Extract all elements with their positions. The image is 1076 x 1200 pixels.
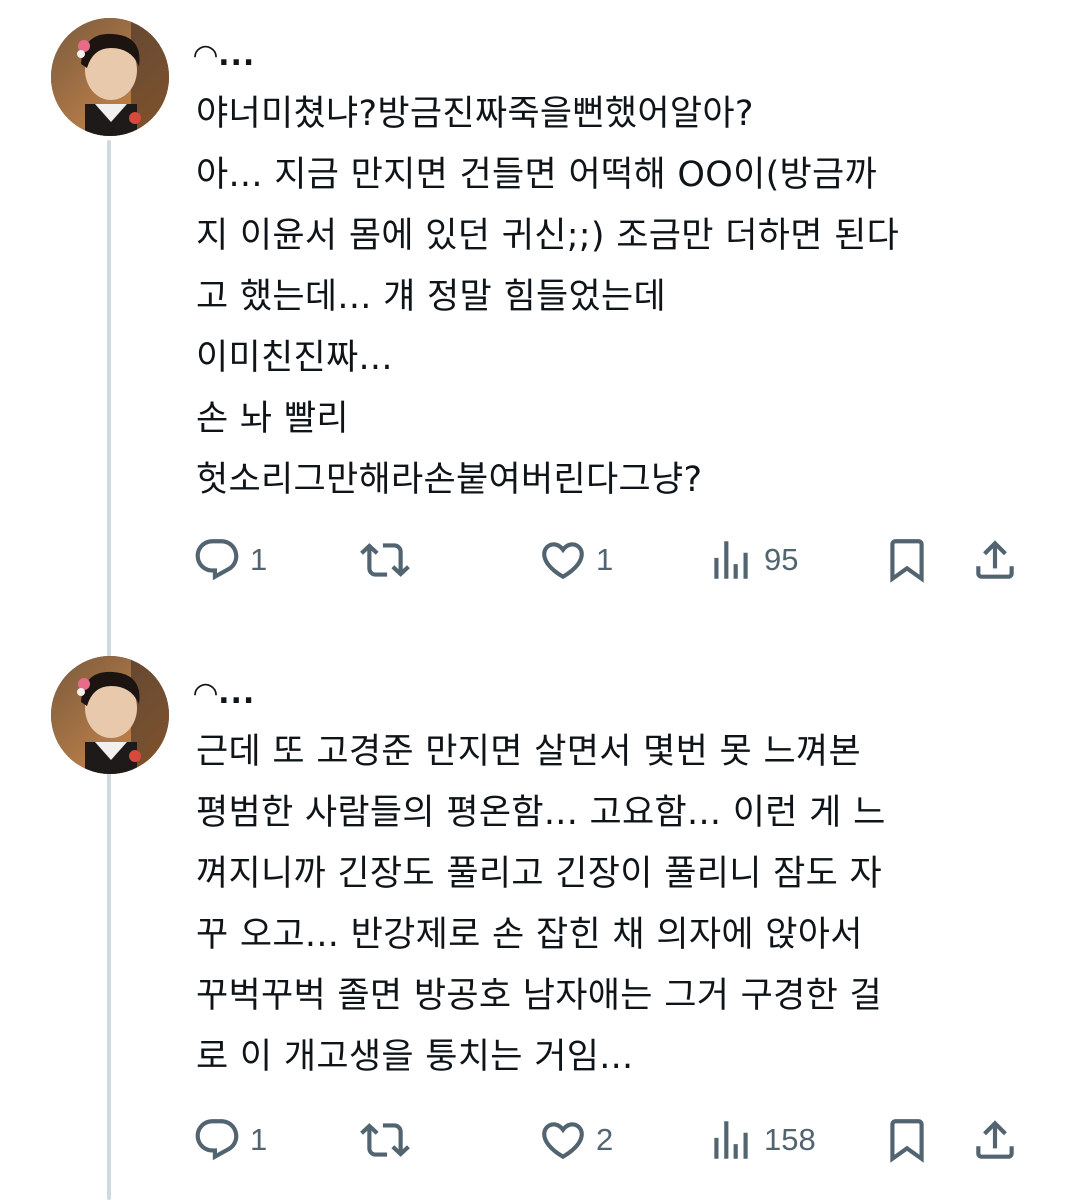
reply-button[interactable]: 1 <box>192 532 267 588</box>
reply-count: 1 <box>250 542 268 577</box>
bookmark-icon <box>890 539 924 583</box>
heart-icon <box>542 1122 584 1160</box>
reply-button[interactable]: 1 <box>192 1112 267 1168</box>
retweet-icon <box>360 1123 410 1157</box>
display-name[interactable]: ◠... <box>194 36 255 76</box>
like-count: 2 <box>596 1122 614 1157</box>
views-icon <box>714 541 748 579</box>
share-icon <box>976 540 1014 579</box>
avatar[interactable] <box>51 656 169 774</box>
view-count: 95 <box>764 542 799 577</box>
views-button[interactable]: 158 <box>706 1112 816 1168</box>
bookmark-button[interactable] <box>882 1112 932 1168</box>
share-button[interactable] <box>970 1112 1020 1168</box>
reply-count: 1 <box>250 1122 268 1157</box>
share-button[interactable] <box>970 532 1020 588</box>
tweet[interactable]: ◠... 근데 또 고경준 만지면 살면서 몇번 못 느껴본 평범한 사람들의 … <box>0 620 1076 1200</box>
like-count: 1 <box>596 542 614 577</box>
views-button[interactable]: 95 <box>706 532 798 588</box>
heart-icon <box>542 542 584 580</box>
tweet-text: 근데 또 고경준 만지면 살면서 몇번 못 느껴본 평범한 사람들의 평온함..… <box>196 732 886 1077</box>
views-icon <box>714 1121 748 1159</box>
share-icon <box>976 1120 1014 1159</box>
action-bar: 1 2 158 <box>192 1112 1032 1168</box>
reply-icon <box>195 539 239 581</box>
reply-icon <box>195 1119 239 1161</box>
tweet-text: 야너미쳤냐?방금진짜죽을뻔했어알아? 아... 지금 만지면 건들면 어떡해 O… <box>196 94 900 500</box>
retweet-button[interactable] <box>360 1112 418 1168</box>
retweet-button[interactable] <box>360 532 418 588</box>
tweet[interactable]: ◠... 야너미쳤냐?방금진짜죽을뻔했어알아? 아... 지금 만지면 건들면 … <box>0 0 1076 620</box>
bookmark-icon <box>890 1119 924 1163</box>
action-bar: 1 1 95 <box>192 532 1032 588</box>
like-button[interactable]: 1 <box>538 532 613 588</box>
display-name[interactable]: ◠... <box>194 674 255 714</box>
view-count: 158 <box>764 1122 816 1157</box>
retweet-icon <box>360 543 410 577</box>
bookmark-button[interactable] <box>882 532 932 588</box>
avatar[interactable] <box>51 18 169 136</box>
like-button[interactable]: 2 <box>538 1112 613 1168</box>
